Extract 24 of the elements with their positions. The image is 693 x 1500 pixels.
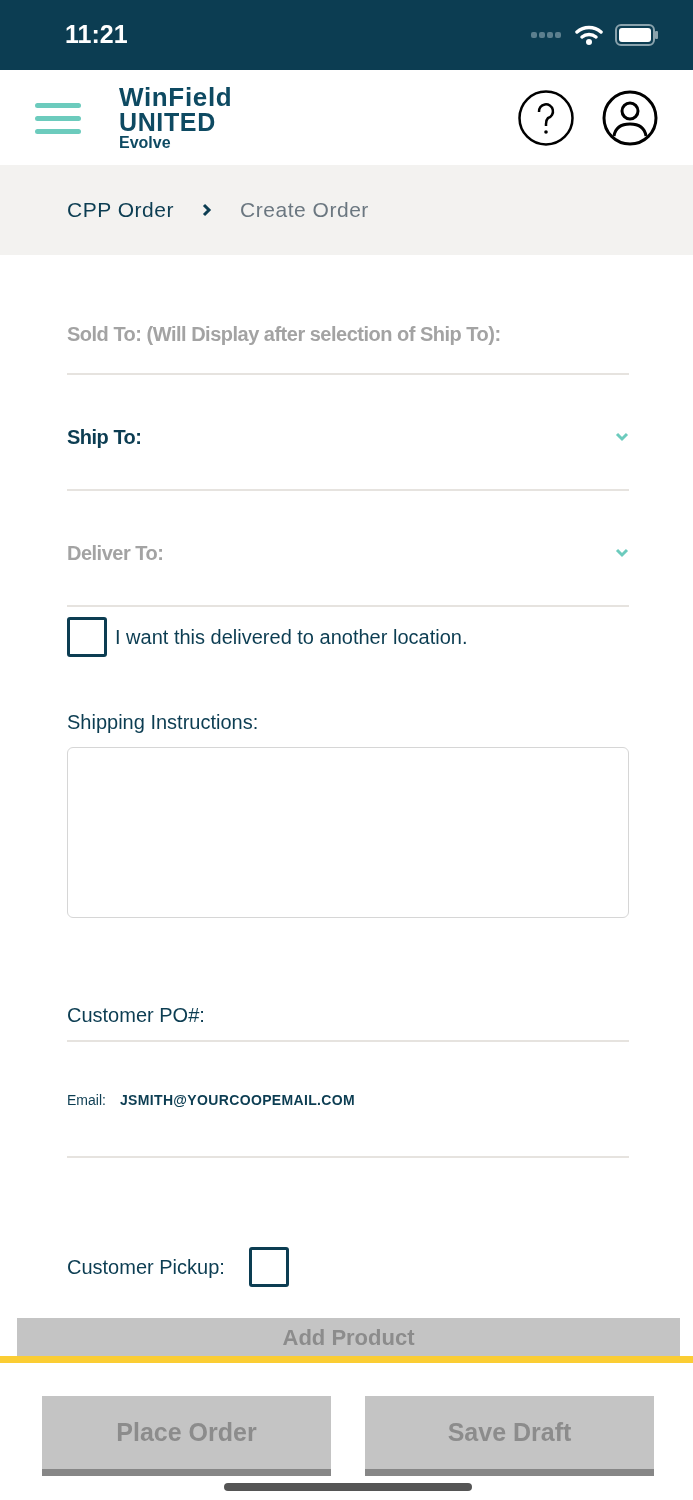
user-icon[interactable] [602, 89, 658, 146]
checkbox[interactable] [248, 1247, 289, 1287]
logo-text: WinField [119, 84, 233, 110]
email-label: Email: [67, 1091, 106, 1110]
field-label: Shipping Instructions: [67, 710, 260, 735]
field-label: Deliver To: [67, 541, 164, 566]
field-label: Customer PO#: [67, 1003, 205, 1028]
shipping-instructions-field[interactable] [67, 747, 629, 918]
email-value: JSMITH@YOURCOOPEMAIL.COM [119, 1091, 356, 1110]
chevron-right-icon [202, 203, 213, 217]
status-time: 11:21 [65, 19, 128, 51]
logo-text: UNITED [119, 110, 217, 135]
breadcrumb-link[interactable]: Create Order [240, 194, 369, 226]
checkbox-label: I want this delivered to another location. [115, 625, 468, 650]
battery-icon [615, 24, 659, 46]
logo-subtitle: Evolve [119, 135, 172, 151]
wifi-icon [575, 24, 603, 46]
checkbox[interactable] [67, 617, 107, 657]
field-label: Ship To: [67, 425, 142, 450]
signal-icon [531, 31, 563, 39]
breadcrumb-link[interactable]: CPP Order [67, 194, 175, 226]
checkbox-label: Customer Pickup: [67, 1255, 225, 1280]
field-label: Sold To: (Will Display after selection of Ship To): [67, 322, 501, 347]
help-icon[interactable] [518, 89, 574, 146]
